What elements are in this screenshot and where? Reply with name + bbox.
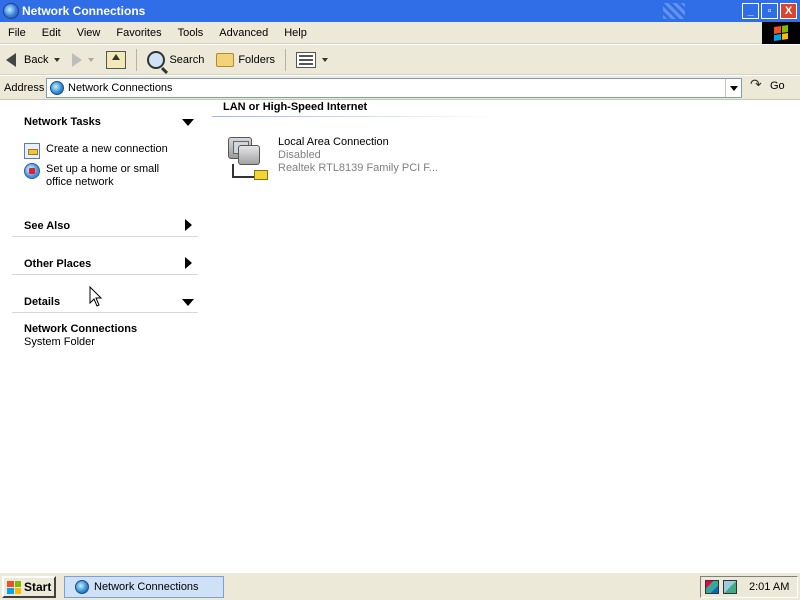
menu-view[interactable]: View (69, 27, 109, 39)
menu-help[interactable]: Help (276, 27, 315, 39)
menu-favorites[interactable]: Favorites (108, 27, 169, 39)
network-adapter-icon (224, 134, 272, 182)
close-button[interactable]: X (780, 3, 797, 19)
back-dropdown-icon[interactable] (54, 57, 61, 62)
details-name: Network Connections (24, 323, 138, 335)
toolbar-separator (136, 48, 138, 71)
search-label: Search (169, 53, 205, 66)
folders-icon (216, 52, 235, 67)
search-button[interactable]: Search (141, 47, 210, 73)
start-label: Start (24, 580, 52, 594)
back-button[interactable]: Back (0, 47, 66, 73)
address-value: Network Connections (68, 82, 173, 94)
title-bar[interactable]: Network Connections _ ▫ X (0, 0, 800, 22)
forward-dropdown-icon[interactable] (88, 57, 95, 62)
section-divider (12, 274, 198, 275)
up-folder-button[interactable] (100, 47, 132, 73)
group-header: LAN or High-Speed Internet (223, 101, 368, 113)
up-folder-icon (106, 50, 127, 69)
back-arrow-icon (6, 52, 16, 67)
views-dropdown-icon (322, 57, 329, 62)
section-divider (12, 236, 198, 237)
home-network-icon (24, 163, 40, 179)
go-arrow-icon (750, 76, 764, 93)
menu-advanced[interactable]: Advanced (211, 27, 276, 39)
search-icon (147, 50, 166, 69)
local-area-connection-item[interactable]: Local Area Connection Disabled Realtek R… (224, 132, 484, 182)
window-title: Network Connections (22, 4, 146, 18)
home-network-setup-label: Set up a home or small office network (46, 163, 160, 188)
connection-status: Disabled (278, 149, 321, 161)
expand-icon[interactable] (185, 257, 192, 269)
go-label: Go (770, 80, 785, 92)
menu-bar: File Edit View Favorites Tools Advanced … (0, 22, 800, 44)
windows-flag-watermark (663, 3, 685, 19)
address-bar: Address Network Connections Go (0, 76, 800, 100)
address-dropdown-button[interactable] (725, 79, 741, 97)
go-button[interactable]: Go (750, 76, 785, 93)
menu-edit[interactable]: Edit (34, 27, 69, 39)
start-button[interactable]: Start (2, 576, 56, 598)
network-tasks-header[interactable]: Network Tasks (24, 116, 101, 128)
create-new-connection-label: Create a new connection (46, 143, 168, 155)
collapse-icon[interactable] (182, 119, 194, 126)
network-connections-icon (3, 3, 19, 19)
network-status-icon[interactable] (705, 580, 719, 594)
details-header[interactable]: Details (24, 296, 60, 308)
task-pane: Network Tasks Create a new connection Se… (0, 101, 210, 571)
section-divider (12, 312, 198, 313)
toolbar-separator (285, 48, 287, 71)
connection-device: Realtek RTL8139 Family PCI F... (278, 162, 438, 174)
menu-file[interactable]: File (0, 27, 34, 39)
forward-arrow-icon (72, 52, 83, 67)
collapse-icon[interactable] (182, 299, 194, 306)
clock[interactable]: 2:01 AM (749, 581, 789, 593)
window-controls: _ ▫ X (742, 3, 797, 19)
details-type: System Folder (24, 336, 95, 348)
toolbar: Back Search Folders (0, 45, 800, 75)
taskbar-window-label: Network Connections (94, 581, 199, 593)
back-label: Back (24, 53, 49, 66)
group-divider (212, 116, 492, 117)
windows-logo-icon (762, 22, 800, 44)
chevron-down-icon (729, 85, 738, 91)
see-also-header[interactable]: See Also (24, 220, 70, 232)
maximize-button[interactable]: ▫ (761, 3, 778, 19)
address-label: Address (4, 81, 45, 94)
other-places-header[interactable]: Other Places (24, 258, 91, 270)
taskbar: Start Network Connections 2:01 AM (0, 572, 800, 600)
network-connections-icon (75, 580, 89, 594)
connection-name: Local Area Connection (278, 136, 389, 148)
folders-label: Folders (238, 53, 276, 66)
create-new-connection-link[interactable]: Create a new connection (24, 143, 168, 159)
network-connections-icon (50, 81, 64, 95)
home-network-setup-link[interactable]: Set up a home or small office network (24, 163, 174, 189)
system-tray: 2:01 AM (700, 576, 798, 598)
windows-logo-icon (7, 580, 21, 594)
taskbar-window-button[interactable]: Network Connections (64, 576, 224, 598)
forward-button[interactable] (66, 47, 100, 73)
new-connection-icon (24, 143, 40, 159)
network-connection-tray-icon[interactable] (723, 580, 737, 594)
minimize-button[interactable]: _ (742, 3, 759, 19)
expand-icon[interactable] (185, 219, 192, 231)
views-icon (296, 51, 317, 68)
folders-button[interactable]: Folders (210, 47, 281, 73)
menu-tools[interactable]: Tools (170, 27, 212, 39)
views-button[interactable] (290, 47, 334, 73)
address-input[interactable]: Network Connections (46, 78, 742, 98)
